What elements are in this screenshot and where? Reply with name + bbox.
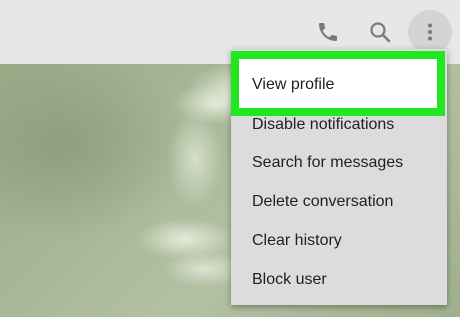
- menu-item-clear-history[interactable]: Clear history: [252, 231, 342, 251]
- more-options-button[interactable]: [408, 10, 452, 54]
- search-button[interactable]: [358, 10, 402, 54]
- call-button[interactable]: [306, 10, 350, 54]
- menu-item-search-for-messages[interactable]: Search for messages: [252, 153, 403, 173]
- more-vertical-icon: [428, 23, 432, 41]
- menu-item-block-user[interactable]: Block user: [252, 270, 327, 290]
- highlight-box: View profile: [231, 51, 445, 116]
- menu-item-disable-notifications[interactable]: Disable notifications: [252, 115, 394, 135]
- menu-item-view-profile[interactable]: View profile: [252, 75, 334, 95]
- search-icon: [370, 22, 391, 43]
- phone-icon: [319, 23, 337, 41]
- menu-item-delete-conversation[interactable]: Delete conversation: [252, 192, 393, 212]
